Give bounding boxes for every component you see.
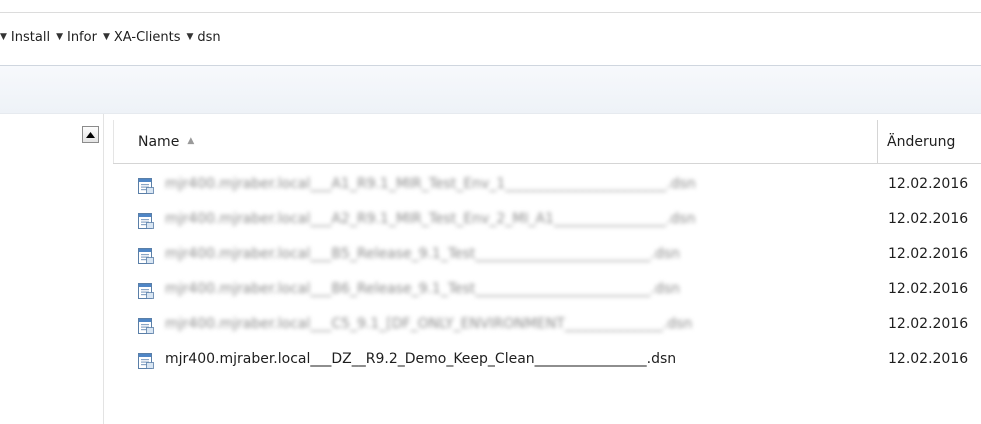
breadcrumb-label[interactable]: Install bbox=[11, 30, 50, 45]
column-header-name-label: Name bbox=[138, 133, 180, 150]
column-header-date-label: Änderung bbox=[887, 133, 956, 150]
breadcrumb-item-install[interactable]: ▼ Install bbox=[0, 30, 50, 45]
file-name[interactable]: mjr400.mjraber.local___B5_Release_9.1_Te… bbox=[165, 246, 680, 262]
breadcrumb: ▼ Install ▼ Infor ▼ XA-Clients ▼ dsn bbox=[0, 30, 227, 45]
dsn-file-icon bbox=[138, 213, 154, 229]
file-row[interactable]: mjr400.mjraber.local___A1_R9.1_MIR_Test_… bbox=[113, 168, 981, 203]
file-name[interactable]: mjr400.mjraber.local___A2_R9.1_MIR_Test_… bbox=[165, 211, 695, 227]
breadcrumb-label[interactable]: dsn bbox=[197, 30, 220, 45]
file-date: 12.02.2016 bbox=[888, 316, 969, 332]
dsn-file-icon bbox=[138, 283, 154, 299]
file-date: 12.02.2016 bbox=[888, 211, 969, 227]
breadcrumb-item-dsn[interactable]: ▼ dsn bbox=[186, 30, 220, 45]
chevron-down-icon[interactable]: ▼ bbox=[0, 32, 7, 42]
breadcrumb-label[interactable]: XA-Clients bbox=[114, 30, 181, 45]
window-top-border bbox=[0, 0, 981, 13]
explorer-window: ▼ Install ▼ Infor ▼ XA-Clients ▼ dsn Nam… bbox=[0, 0, 981, 424]
dsn-file-icon bbox=[138, 353, 154, 369]
sort-ascending-icon: ▲ bbox=[187, 135, 195, 146]
chevron-down-icon[interactable]: ▼ bbox=[56, 32, 63, 42]
column-header-date-modified[interactable]: Änderung bbox=[879, 120, 981, 163]
breadcrumb-item-xa-clients[interactable]: ▼ XA-Clients bbox=[103, 30, 181, 45]
file-list: mjr400.mjraber.local___A1_R9.1_MIR_Test_… bbox=[113, 168, 981, 378]
chevron-down-icon[interactable]: ▼ bbox=[186, 32, 193, 42]
file-date: 12.02.2016 bbox=[888, 246, 969, 262]
breadcrumb-label[interactable]: Infor bbox=[67, 30, 97, 45]
file-name[interactable]: mjr400.mjraber.local___C5_9.1_[DF_ONLY_E… bbox=[165, 316, 692, 332]
scroll-up-arrow-icon[interactable] bbox=[82, 126, 99, 143]
file-date: 12.02.2016 bbox=[888, 176, 969, 192]
file-row[interactable]: mjr400.mjraber.local___B6_Release_9.1_Te… bbox=[113, 273, 981, 308]
breadcrumb-item-infor[interactable]: ▼ Infor bbox=[56, 30, 97, 45]
column-header-row: Name ▲ Änderung bbox=[113, 120, 981, 164]
command-bar bbox=[0, 66, 981, 114]
dsn-file-icon bbox=[138, 318, 154, 334]
file-name[interactable]: mjr400.mjraber.local___DZ__R9.2_Demo_Kee… bbox=[165, 351, 676, 367]
file-date: 12.02.2016 bbox=[888, 281, 969, 297]
address-bar[interactable]: ▼ Install ▼ Infor ▼ XA-Clients ▼ dsn bbox=[0, 13, 981, 66]
file-name[interactable]: mjr400.mjraber.local___A1_R9.1_MIR_Test_… bbox=[165, 176, 696, 192]
file-row[interactable]: mjr400.mjraber.local___C5_9.1_[DF_ONLY_E… bbox=[113, 308, 981, 343]
file-name[interactable]: mjr400.mjraber.local___B6_Release_9.1_Te… bbox=[165, 281, 680, 297]
chevron-down-icon[interactable]: ▼ bbox=[103, 32, 110, 42]
file-date: 12.02.2016 bbox=[888, 351, 969, 367]
file-row[interactable]: mjr400.mjraber.local___A2_R9.1_MIR_Test_… bbox=[113, 203, 981, 238]
navigation-pane bbox=[0, 114, 104, 424]
dsn-file-icon bbox=[138, 178, 154, 194]
file-row[interactable]: mjr400.mjraber.local___B5_Release_9.1_Te… bbox=[113, 238, 981, 273]
column-header-name[interactable]: Name ▲ bbox=[113, 120, 878, 163]
dsn-file-icon bbox=[138, 248, 154, 264]
file-row[interactable]: mjr400.mjraber.local___DZ__R9.2_Demo_Kee… bbox=[113, 343, 981, 378]
